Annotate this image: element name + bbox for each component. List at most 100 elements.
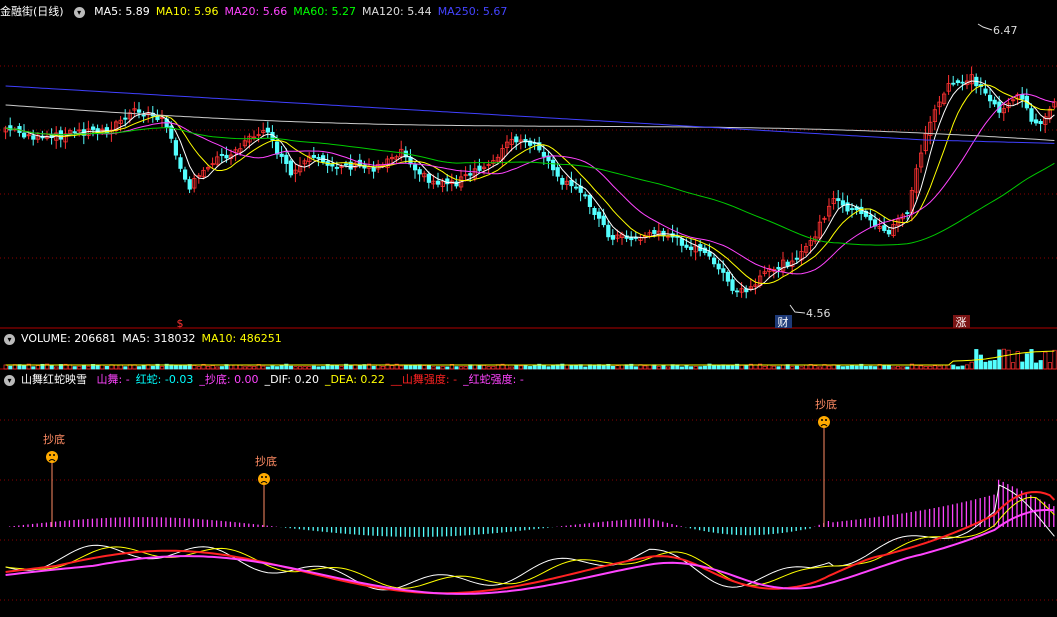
volume-bar: [744, 364, 749, 370]
candle-body: [1038, 121, 1043, 124]
volume-bar: [436, 366, 441, 370]
candle-body: [836, 198, 841, 201]
indicator-histogram: [8, 479, 1055, 537]
volume-bar: [523, 364, 528, 370]
dropdown-icon[interactable]: ▾: [4, 333, 15, 345]
ind-item: __山舞强度: -: [391, 373, 457, 386]
candle-body: [597, 211, 602, 219]
candle-body: [583, 194, 588, 197]
candle-body: [265, 127, 271, 133]
vol-label: MA5:: [122, 332, 154, 345]
volume-bar: [279, 365, 284, 370]
volume-bar: [403, 364, 408, 370]
candle-body: [417, 169, 422, 175]
ma-label: MA250:: [437, 5, 483, 18]
vol-value: 318032: [153, 332, 196, 345]
candle-body: [279, 153, 284, 157]
candle-body: [91, 126, 96, 130]
volume-bar: [505, 364, 510, 370]
candle-body: [776, 266, 781, 270]
vol-value: 486251: [239, 332, 282, 345]
candle-body: [178, 157, 183, 169]
vol-item: MA10: 486251: [201, 332, 281, 345]
volume-bar: [22, 364, 27, 370]
dropdown-icon[interactable]: ▾: [4, 374, 15, 386]
ind-item: 山舞: -: [97, 373, 130, 386]
candle-body: [679, 238, 685, 246]
ma10-line: [5, 84, 1055, 285]
volume-bar: [1043, 351, 1048, 370]
candle-body: [311, 155, 317, 158]
sad-face-icon-eye: [265, 476, 267, 478]
event-marker: 财: [778, 315, 789, 329]
volume-bar: [1006, 349, 1011, 370]
volume-bar: [35, 365, 40, 370]
volume-header: ▾ VOLUME: 206681 MA5: 318032 MA10: 486251: [0, 331, 294, 347]
volume-bar: [81, 365, 86, 370]
volume-bar: [390, 365, 395, 370]
volume-bar: [551, 365, 556, 370]
volume-bar: [900, 366, 905, 370]
candle-body: [992, 99, 997, 105]
vol-label: VOLUME:: [21, 332, 75, 345]
volume-bar: [716, 364, 721, 370]
volume-bar: [725, 364, 730, 370]
volume-bar: [873, 366, 878, 370]
sad-face-icon-eye: [49, 454, 51, 456]
volume-bar: [633, 366, 638, 370]
ind-label: _抄底:: [199, 373, 235, 386]
volume-bar: [445, 366, 450, 370]
event-marker: 涨: [956, 316, 967, 329]
ma-value: 5.44: [407, 5, 432, 18]
ma-label: MA5:: [94, 5, 126, 18]
volume-bar: [477, 365, 482, 370]
volume-bar: [104, 365, 109, 370]
ind-label: 山舞:: [96, 373, 126, 386]
vol-item: MA5: 318032: [122, 332, 195, 345]
volume-bar: [546, 366, 551, 370]
volume-bar: [1038, 360, 1043, 370]
ind-item: _DIF: 0.20: [265, 373, 319, 386]
volume-bar: [601, 365, 606, 370]
candle-body: [1034, 119, 1039, 124]
sad-face-icon: [258, 473, 270, 485]
volume-bar: [988, 360, 993, 370]
volume-bar: [316, 366, 321, 370]
vol-label: MA10:: [201, 332, 240, 345]
volume-bar: [739, 365, 744, 370]
dropdown-icon[interactable]: ▾: [73, 6, 85, 18]
candle-body: [541, 151, 547, 157]
volume-bar: [330, 365, 335, 370]
sad-face-icon-eye: [53, 454, 55, 456]
candle-body: [725, 271, 731, 282]
volume-bar: [666, 366, 671, 370]
candle-body: [468, 173, 473, 176]
candle-body: [606, 224, 611, 238]
high-pointer: [977, 23, 993, 31]
volume-bar: [150, 365, 155, 370]
volume-bar: [509, 366, 514, 370]
candle-body: [21, 132, 27, 138]
ma-label: MA20:: [224, 5, 263, 18]
volume-bar: [482, 365, 487, 370]
ma-value: 5.67: [482, 5, 508, 18]
ind-value: -: [453, 373, 458, 386]
volume-bar: [647, 364, 652, 370]
volume-bar: [3, 364, 8, 370]
volume-bar: [54, 366, 59, 370]
volume-bar: [997, 349, 1002, 370]
candle-body: [905, 212, 910, 214]
volume-bar: [942, 364, 947, 370]
volume-bar: [845, 365, 850, 370]
ma5-line: [5, 80, 1055, 291]
volume-bar: [610, 365, 615, 370]
candle-body: [412, 164, 418, 171]
candle-body: [712, 257, 717, 265]
event-marker: $: [177, 317, 184, 330]
candle-body: [840, 200, 846, 206]
ma-item: MA10: 5.96: [156, 5, 219, 18]
volume-bar: [1034, 362, 1039, 370]
volume-bar: [422, 365, 427, 370]
volume-bar: [514, 365, 519, 370]
sad-face-icon: [818, 416, 830, 428]
